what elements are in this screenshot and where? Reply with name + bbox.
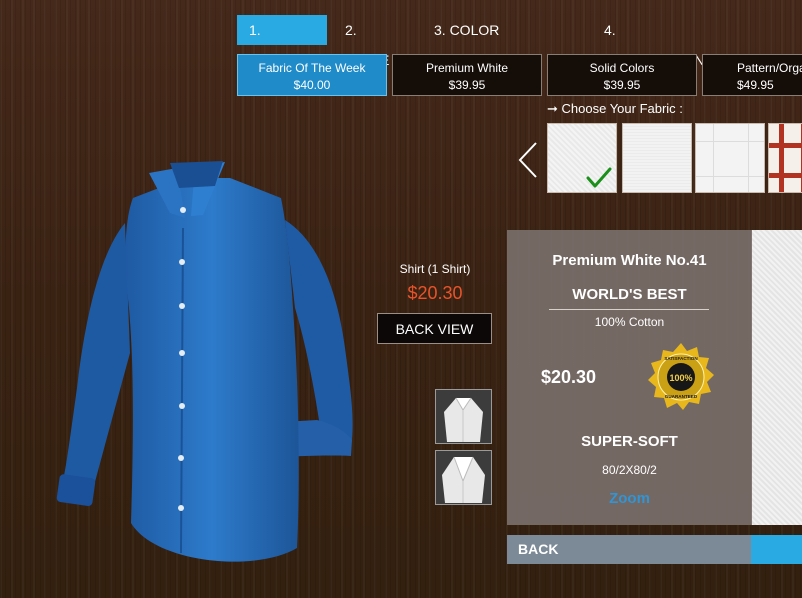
next-button[interactable] <box>751 535 802 564</box>
collar-style-thumbnail[interactable] <box>435 389 492 444</box>
shirt-price: $20.30 <box>407 283 463 303</box>
tab-style[interactable]: 2. STYLE <box>333 15 413 68</box>
checkmark-icon <box>586 167 612 188</box>
satisfaction-guaranteed-seal-icon: 100% SATISFACTION GUARANTEED <box>648 343 714 410</box>
shirt-open-collar-icon <box>442 456 485 503</box>
fabric-swatch[interactable] <box>768 123 802 193</box>
fabric-material: 100% Cotton <box>594 315 665 329</box>
tab-fabric[interactable]: 1. FABRIC <box>237 15 327 68</box>
category-price: $49.95 <box>737 78 774 92</box>
fabric-thread-count: 80/2X80/2 <box>602 463 657 477</box>
fabric-price: $20.30 <box>541 367 597 387</box>
category-solid-colors[interactable]: Solid Colors $39.95 <box>547 54 697 96</box>
shirt-preview <box>56 161 353 562</box>
fabric-info-panel: Premium White No.41 WORLD'S BEST 100% Co… <box>507 230 752 525</box>
tab-color-contrast[interactable]: 3. COLOR CONTRAST <box>422 15 582 68</box>
category-name: Fabric Of The Week <box>258 61 366 75</box>
back-view-button[interactable]: BACK VIEW <box>377 313 492 344</box>
category-name: Premium White <box>425 61 508 75</box>
tab-measurements[interactable]: 4. MEASUREMENTS <box>592 15 742 68</box>
category-price: $39.95 <box>603 78 641 92</box>
category-premium-white[interactable]: Premium White $39.95 <box>392 54 542 96</box>
shirt-label: Shirt (1 Shirt) <box>399 262 471 276</box>
fabric-name: Premium White No.41 <box>552 252 707 269</box>
open-collar-thumbnail[interactable] <box>435 450 492 505</box>
category-name: Pattern/Organic <box>737 61 802 75</box>
chevron-left-icon[interactable] <box>516 140 542 180</box>
category-price: $39.95 <box>448 78 486 92</box>
seal-center-text: 100% <box>669 373 692 383</box>
choose-fabric-label: ➞ Choose Your Fabric : <box>547 101 683 116</box>
fabric-tagline: WORLD'S BEST <box>572 286 687 303</box>
back-button[interactable]: BACK <box>507 535 751 564</box>
divider <box>549 309 709 310</box>
category-fabric-of-the-week[interactable]: Fabric Of The Week $40.00 <box>237 54 387 96</box>
category-price: $40.00 <box>293 78 331 92</box>
zoom-link[interactable]: Zoom <box>507 490 752 507</box>
shirt-collar-icon <box>444 397 483 442</box>
fabric-feature: SUPER-SOFT <box>581 433 678 450</box>
fabric-swatch[interactable] <box>622 123 692 193</box>
fabric-swatch[interactable] <box>695 123 765 193</box>
category-pattern-organic[interactable]: Pattern/Organic $49.95 <box>702 54 802 96</box>
seal-bottom-text: GUARANTEED <box>665 394 698 399</box>
fabric-preview-image <box>751 230 802 525</box>
category-name: Solid Colors <box>589 61 655 75</box>
seal-top-text: SATISFACTION <box>664 356 698 361</box>
